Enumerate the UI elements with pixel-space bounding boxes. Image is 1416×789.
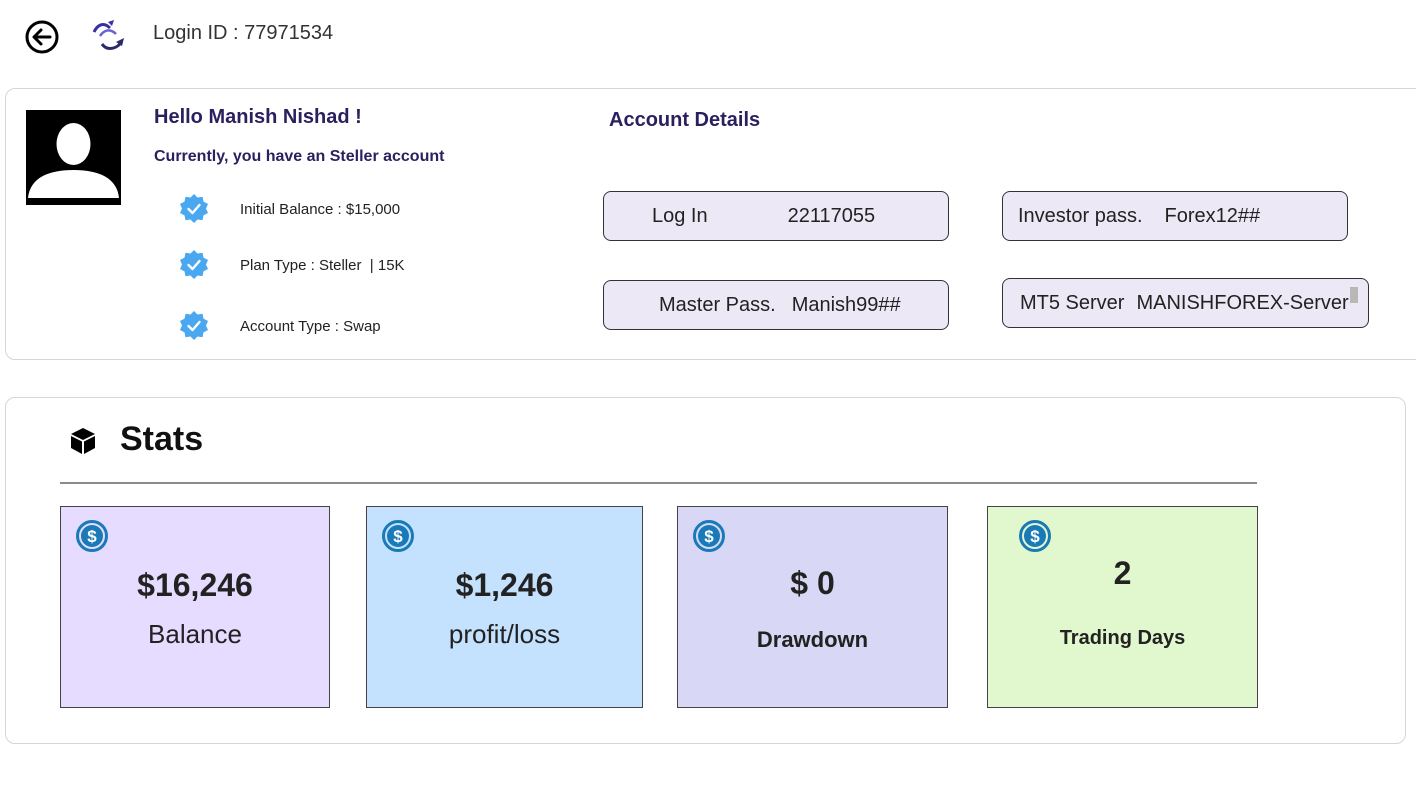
account-type-text: Account Type : Swap xyxy=(240,317,381,335)
profit-loss-value: $1,246 xyxy=(455,567,554,603)
profit-loss-card: $ $1,246 profit/loss xyxy=(366,506,643,708)
master-pass-field[interactable]: Master Pass. Manish99## xyxy=(603,280,949,330)
account-details-title: Account Details xyxy=(609,109,761,131)
master-pass-label: Master Pass. xyxy=(659,293,776,316)
svg-text:$: $ xyxy=(87,527,97,546)
dollar-circle-icon: $ xyxy=(382,520,414,552)
profile-card: Hello Manish Nishad ! Currently, you hav… xyxy=(5,88,1416,360)
mt5-server-value: MANISHFOREX-Server xyxy=(1136,291,1349,314)
master-pass-value: Manish99## xyxy=(791,293,901,316)
drawdown-label: Drawdown xyxy=(756,627,869,652)
stats-title: Stats xyxy=(120,420,204,458)
profit-loss-label: profit/loss xyxy=(448,619,561,649)
plan-type-text: Plan Type : Steller | 15K xyxy=(240,256,405,274)
balance-label: Balance xyxy=(148,619,242,649)
login-label: Log In xyxy=(652,204,708,227)
info-row-account-type: Account Type : Swap xyxy=(178,309,381,343)
brand-logo-icon xyxy=(92,20,124,50)
drawdown-value: $ 0 xyxy=(790,565,835,601)
investor-pass-value: Forex12## xyxy=(1164,204,1261,227)
drawdown-card: $ $ 0 Drawdown xyxy=(677,506,948,708)
verified-badge-icon xyxy=(180,250,208,279)
stats-card: Stats $ $16,246 Balance $ $1,246 profit/… xyxy=(5,397,1406,744)
svg-text:$: $ xyxy=(704,527,714,546)
back-arrow-icon[interactable] xyxy=(24,19,60,55)
verified-badge-icon xyxy=(180,311,208,340)
dollar-circle-icon: $ xyxy=(693,520,725,552)
greeting-text: Hello Manish Nishad ! xyxy=(154,106,362,128)
user-silhouette-icon xyxy=(26,110,121,205)
info-row-plan-type: Plan Type : Steller | 15K xyxy=(178,248,405,282)
investor-pass-label: Investor pass. xyxy=(1018,204,1143,227)
account-type-summary: Currently, you have an Steller account xyxy=(154,148,445,165)
balance-value: $16,246 xyxy=(137,567,253,603)
top-bar: Login ID : 77971534 xyxy=(0,0,1416,80)
verified-badge-icon xyxy=(180,194,208,223)
divider xyxy=(60,482,1257,484)
svg-text:$: $ xyxy=(393,527,403,546)
trading-days-label: Trading Days xyxy=(1059,627,1186,649)
info-row-initial-balance: Initial Balance : $15,000 xyxy=(178,192,400,226)
login-field[interactable]: Log In 22117055 xyxy=(603,191,949,241)
cube-icon xyxy=(71,428,95,454)
mt5-server-label: MT5 Server xyxy=(1020,291,1125,314)
investor-pass-field[interactable]: Investor pass. Forex12## xyxy=(1002,191,1348,241)
trading-days-value: 2 xyxy=(1113,555,1132,591)
trading-days-card: $ 2 Trading Days xyxy=(987,506,1258,708)
dollar-circle-icon: $ xyxy=(76,520,108,552)
login-value: 22117055 xyxy=(787,204,876,227)
svg-text:$: $ xyxy=(1030,527,1040,546)
dollar-circle-icon: $ xyxy=(1019,520,1051,552)
balance-card: $ $16,246 Balance xyxy=(60,506,330,708)
mt5-server-field[interactable]: MT5 Server MANISHFOREX-Server xyxy=(1002,278,1369,328)
scrollbar-thumb[interactable] xyxy=(1350,287,1358,303)
login-id-text: Login ID : 77971534 xyxy=(153,22,334,44)
initial-balance-text: Initial Balance : $15,000 xyxy=(240,200,401,218)
avatar xyxy=(26,110,121,205)
